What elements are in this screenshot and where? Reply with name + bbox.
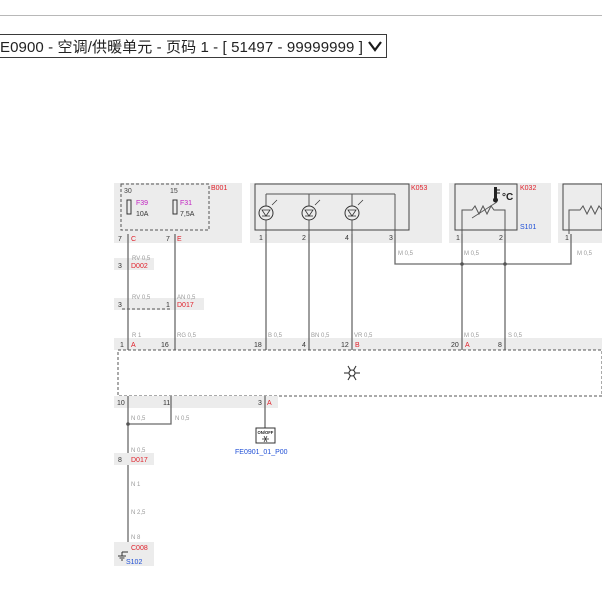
wire-label-m-c: M 0,5: [577, 251, 593, 257]
wire-label-m-b: M 0,5: [464, 251, 480, 257]
d017-pin: 1: [166, 302, 170, 309]
module-pin-3-letter: A: [267, 400, 272, 407]
wires-lower: [127, 396, 266, 552]
snowflake-icon: [344, 365, 360, 381]
module-pin-10: 10: [117, 400, 125, 407]
d002-id[interactable]: D002: [131, 263, 148, 270]
d017-lower-id[interactable]: D017: [131, 457, 148, 464]
wire-label-rv-b: RV 0,5: [132, 295, 151, 301]
wire-label-n25: N 2,5: [131, 510, 146, 516]
wire-label-m-d: M 0,5: [464, 333, 480, 339]
wire-label-n-right: N 0,5: [175, 416, 190, 422]
d017-lower-pin: 8: [118, 457, 122, 464]
module-pin-20-letter: A: [465, 342, 470, 349]
k032-pin-1: 1: [456, 235, 460, 242]
wire-label-b: B 0,5: [268, 333, 283, 339]
fuse-f31-rating: 7,5A: [180, 211, 195, 218]
fusebox-pin-b: 7: [166, 236, 170, 243]
wire-label-n1: N 1: [131, 482, 141, 488]
k032-unit: °C: [502, 192, 513, 203]
switch-page-link[interactable]: FE0901_01_P00: [235, 449, 288, 456]
fusebox-id[interactable]: B001: [211, 185, 227, 192]
k053-id[interactable]: K053: [411, 185, 427, 192]
partial-pin: 1: [565, 235, 569, 242]
wire-label-m-a: M 0,5: [398, 251, 414, 257]
wire-label-n8: N 8: [131, 535, 141, 541]
fusebox-bg: [114, 183, 242, 243]
module-pin-12: 12: [341, 342, 349, 349]
wire-label-rg: RG 0,5: [177, 333, 197, 339]
module-pin-3: 3: [258, 400, 262, 407]
d002-pin: 3: [118, 263, 122, 270]
ground-id[interactable]: C008: [131, 545, 148, 552]
wiring-schematic: B001 30 15 F39 10A F31 7,5A 7 C 7 E K053…: [114, 183, 602, 566]
d017-pin-left: 3: [118, 302, 122, 309]
k053-pin-3: 3: [389, 235, 393, 242]
wire-label-rv-a: RV 0,5: [132, 256, 151, 262]
k053-bg: [250, 183, 442, 243]
wire-label-n-left: N 0,5: [131, 416, 146, 422]
wire-label-r1: R 1: [132, 333, 142, 339]
fusebox-pin-a: 7: [118, 236, 122, 243]
k053-pin-2: 2: [302, 235, 306, 242]
wire-label-bn: BN 0,5: [311, 333, 330, 339]
terminal-15: 15: [170, 188, 178, 195]
fusebox-pin-a-letter: C: [131, 236, 136, 243]
fuse-f39-id[interactable]: F39: [136, 200, 148, 207]
k032-id[interactable]: K032: [520, 185, 536, 192]
module-pin-1: 1: [120, 342, 124, 349]
fusebox-pin-b-letter: E: [177, 236, 182, 243]
onoff-switch-label: ON/OFF: [258, 430, 274, 435]
module-pin-12-letter: B: [355, 342, 360, 349]
module-pin-20: 20: [451, 342, 459, 349]
module-pin-1-letter: A: [131, 342, 136, 349]
terminal-30: 30: [124, 188, 132, 195]
module-bottom-connector-bg: [114, 396, 278, 408]
wire-label-vr: VR 0,5: [354, 333, 373, 339]
k032-sub-link[interactable]: S101: [520, 224, 536, 231]
ground-sub-link[interactable]: S102: [126, 559, 142, 566]
d017-id[interactable]: D017: [177, 302, 194, 309]
k032-bg: [449, 183, 551, 243]
module-pin-8: 8: [498, 342, 502, 349]
fuse-f31-id[interactable]: F31: [180, 200, 192, 207]
module-pin-18: 18: [254, 342, 262, 349]
module-pin-4: 4: [302, 342, 306, 349]
module-pin-11: 11: [163, 400, 170, 407]
wire-label-an: AN 0,5: [177, 295, 196, 301]
fuse-f39-rating: 10A: [136, 211, 149, 218]
k053-pin-4: 4: [345, 235, 349, 242]
module-pin-16: 16: [161, 342, 169, 349]
wire-label-s: S 0,5: [508, 333, 523, 339]
k053-pin-1: 1: [259, 235, 263, 242]
k032-pin-2: 2: [499, 235, 503, 242]
